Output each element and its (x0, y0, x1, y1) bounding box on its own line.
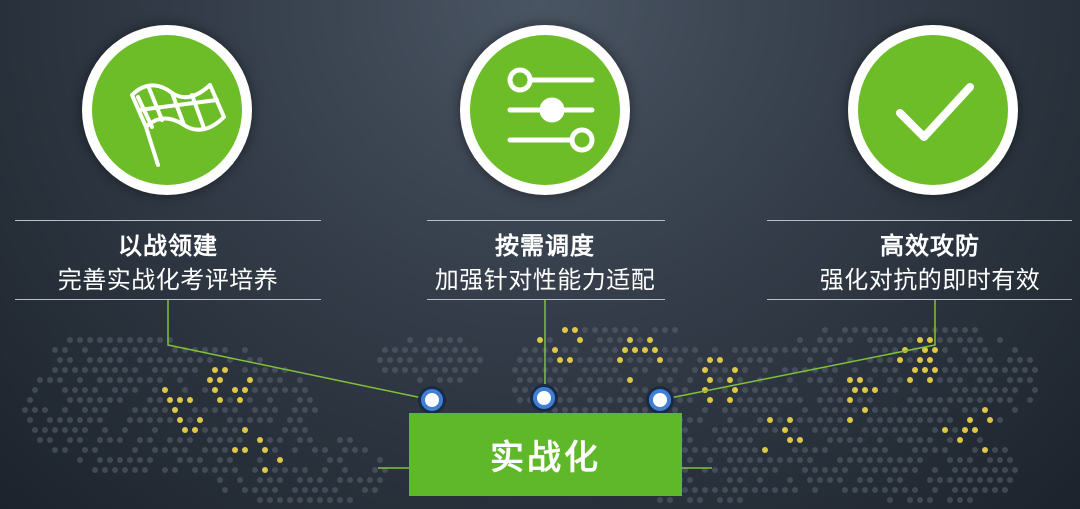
sliders-icon-badge (460, 25, 630, 195)
item-title-3: 高效攻防 (880, 232, 980, 260)
item-title-2: 按需调度 (495, 232, 595, 260)
checkmark-icon (896, 83, 974, 141)
racing-flag-icon (130, 83, 226, 167)
divider-top-3 (767, 220, 1072, 221)
divider-bottom-1 (15, 299, 321, 300)
divider-bottom-2 (427, 299, 665, 300)
sliders-icon (507, 67, 595, 153)
item-subtitle-1: 完善实战化考评培养 (57, 266, 279, 294)
item-title-1: 以战领建 (118, 232, 218, 260)
check-icon-badge (848, 25, 1018, 195)
connector-node-center (533, 387, 555, 409)
connector-node-left (421, 389, 443, 411)
divider-top-2 (427, 220, 665, 221)
divider-bottom-3 (767, 299, 1072, 300)
divider-top-1 (15, 220, 321, 221)
item-subtitle-3: 强化对抗的即时有效 (819, 266, 1041, 294)
item-subtitle-2: 加强针对性能力适配 (434, 266, 656, 294)
center-label-box: 实战化 (409, 413, 682, 496)
flag-icon-badge (82, 25, 252, 195)
connector-node-right (649, 389, 671, 411)
center-label: 实战化 (490, 438, 601, 478)
